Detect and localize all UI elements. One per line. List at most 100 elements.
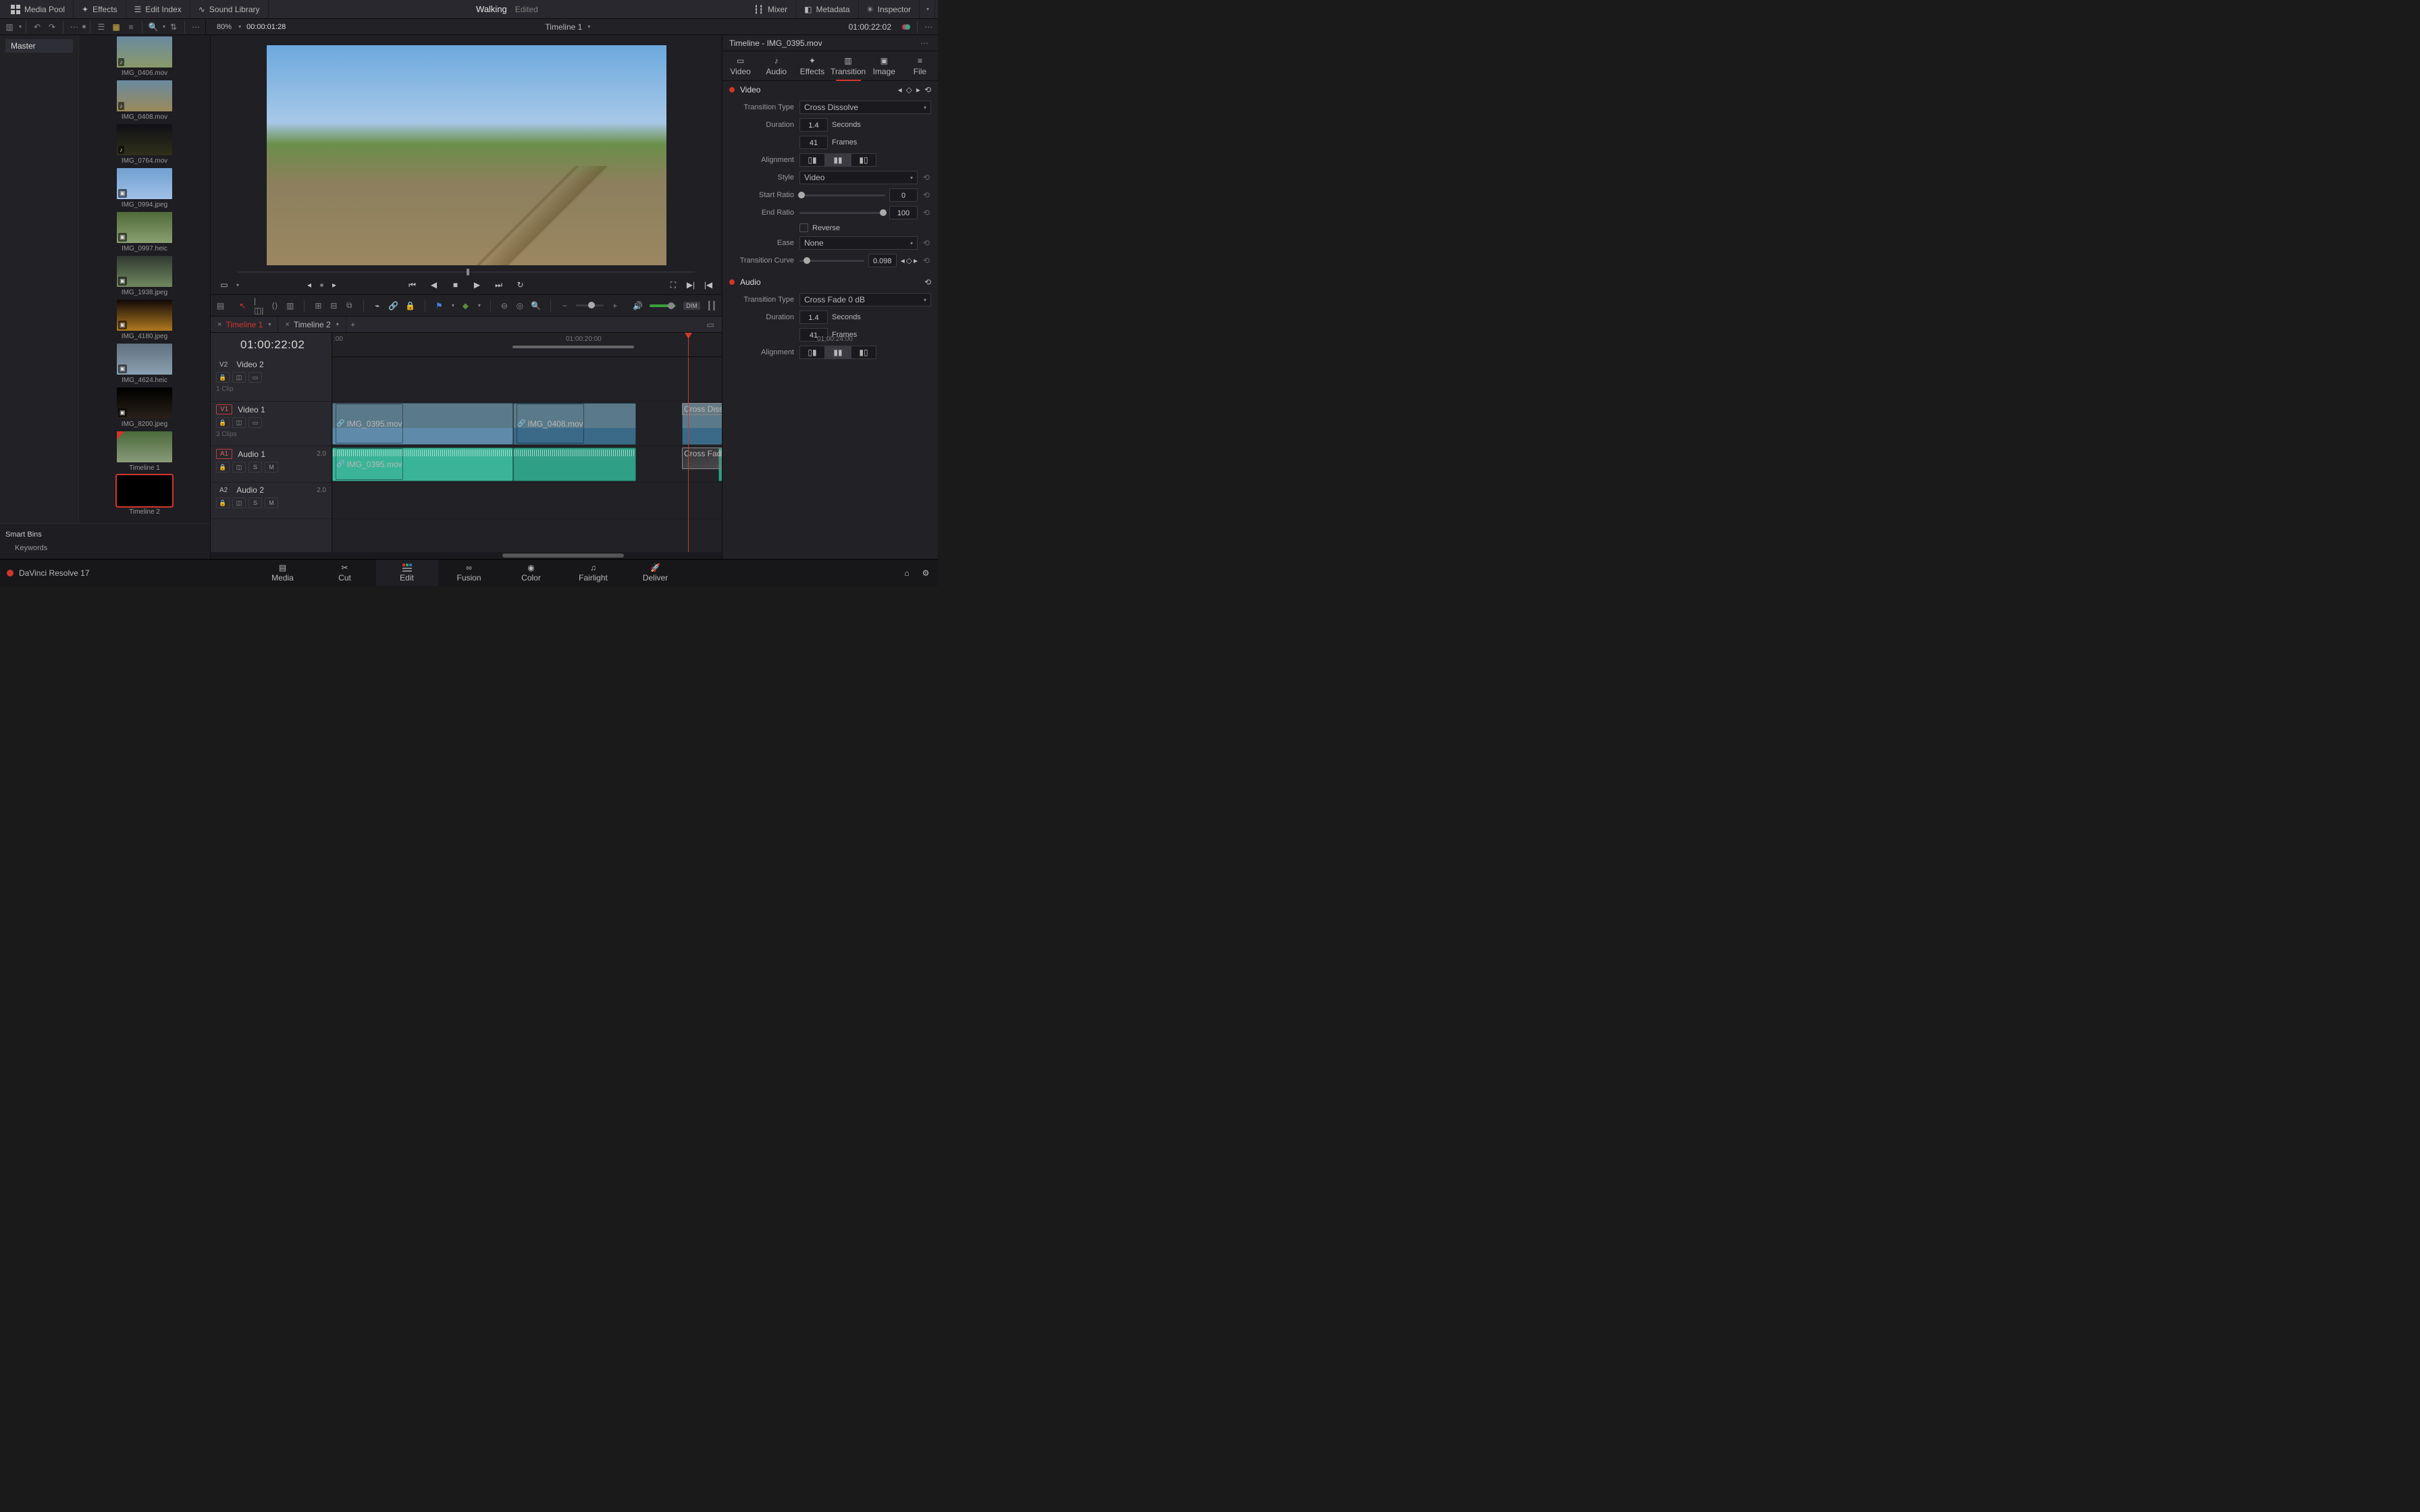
auto-select-icon[interactable]: ◫	[232, 462, 246, 473]
timeline-view-opts-icon[interactable]: ▤	[216, 299, 225, 313]
lane-v2[interactable]	[332, 357, 722, 402]
close-icon[interactable]: ×	[285, 321, 289, 329]
prev-keyframe-icon[interactable]: ◂	[901, 256, 905, 265]
goto-start-icon[interactable]: ⏮	[407, 279, 418, 290]
ellipsis-icon[interactable]: ⋯	[68, 21, 81, 33]
media-thumb[interactable]: ▣IMG_0994.jpeg	[117, 168, 172, 209]
zoom-slider-minus-icon[interactable]: ⊖	[500, 299, 508, 313]
lock-icon[interactable]: 🔒	[216, 497, 230, 508]
align-center-button[interactable]: ▮▮	[825, 346, 851, 359]
track-header-a2[interactable]: A2Audio 22.0 🔒 ◫ S M	[211, 483, 332, 519]
disable-track-icon[interactable]: ▭	[248, 372, 262, 383]
chevron-down-icon[interactable]: ▾	[268, 321, 271, 327]
page-color[interactable]: ◉Color	[500, 560, 562, 586]
curve-input[interactable]: 0.098	[868, 254, 897, 267]
chevron-down-icon[interactable]: ▾	[587, 24, 590, 30]
media-thumb[interactable]: ♪IMG_0406.mov	[117, 36, 172, 78]
smart-bin-keywords[interactable]: Keywords	[5, 541, 205, 555]
media-thumb[interactable]: ▣IMG_0997.heic	[117, 212, 172, 253]
project-settings-icon[interactable]: ⚙	[920, 568, 931, 578]
lock-icon[interactable]: 🔒	[216, 417, 230, 428]
auto-select-icon[interactable]: ◫	[232, 372, 246, 383]
solo-button[interactable]: S	[248, 462, 262, 473]
auto-select-icon[interactable]: ◫	[232, 417, 246, 428]
page-media[interactable]: ▤Media	[252, 560, 314, 586]
track-lanes[interactable]: 🔗IMG_0395.mov 🔗IMG_0408.mov 🔗IMG_0408.mo…	[332, 357, 722, 552]
selection-tool-icon[interactable]: ↖	[238, 299, 247, 313]
transition-type-dropdown[interactable]: Cross Dissolve▾	[799, 101, 931, 114]
align-center-button[interactable]: ▮▮	[825, 153, 851, 167]
flag-icon[interactable]: ⚑	[435, 299, 444, 313]
appbar-media-pool[interactable]: Media Pool	[3, 0, 74, 18]
clip-v1-0395[interactable]: 🔗IMG_0395.mov	[332, 403, 513, 445]
crop-icon[interactable]: ▭	[219, 279, 230, 290]
smart-bins-header[interactable]: Smart Bins	[5, 528, 205, 541]
lock-icon[interactable]: 🔒	[216, 372, 230, 383]
keyframe-icon[interactable]: ◇	[906, 85, 912, 94]
start-ratio-input[interactable]: 0	[889, 188, 918, 202]
timeline-tab-1[interactable]: × Timeline 1 ▾	[211, 317, 278, 332]
overwrite-clip-icon[interactable]: ⊟	[330, 299, 338, 313]
appbar-metadata[interactable]: ◧ Metadata	[796, 0, 858, 18]
viewer-scrub-bar[interactable]	[238, 269, 695, 275]
ellipsis-icon[interactable]: ⋯	[918, 37, 931, 49]
chevron-down-icon[interactable]: ▾	[163, 24, 165, 30]
media-thumb[interactable]: Timeline 2	[117, 475, 172, 516]
start-ratio-slider[interactable]	[799, 194, 885, 196]
replace-clip-icon[interactable]: ⧉	[345, 299, 354, 313]
align-start-button[interactable]: ▯▮	[799, 346, 825, 359]
panel-layout-icon[interactable]: ▥	[3, 21, 16, 33]
blade-tool-icon[interactable]: ▥	[286, 299, 294, 313]
media-thumb[interactable]: Timeline 1	[117, 431, 172, 473]
video-transition[interactable]: Cross Dissolve	[682, 403, 722, 415]
duration-frames-input[interactable]: 41	[799, 136, 828, 149]
reset-icon[interactable]: ⟲	[922, 190, 931, 200]
list-detail-icon[interactable]: ☰	[95, 21, 108, 33]
chevron-down-icon[interactable]: ▾	[236, 282, 239, 288]
reset-icon[interactable]: ⟲	[924, 277, 931, 287]
solo-button[interactable]: S	[248, 497, 262, 508]
duration-seconds-input[interactable]: 1.4	[799, 118, 828, 132]
chevron-down-icon[interactable]: ▾	[238, 24, 241, 30]
dim-button[interactable]: DIM	[683, 302, 700, 310]
track-header-v2[interactable]: V2Video 2 🔒 ◫ ▭ 1 Clip	[211, 357, 332, 402]
auto-select-icon[interactable]: ◫	[232, 497, 246, 508]
step-back-icon[interactable]: ◀	[429, 279, 440, 290]
page-cut[interactable]: ✂Cut	[314, 560, 376, 586]
align-end-button[interactable]: ▮▯	[851, 346, 876, 359]
step-forward-icon[interactable]: ▶|	[685, 279, 696, 290]
page-fusion[interactable]: ∞Fusion	[438, 560, 500, 586]
volume-knob[interactable]	[668, 302, 675, 309]
lock-icon[interactable]: 🔒	[405, 299, 415, 313]
speaker-icon[interactable]: 🔊	[633, 299, 643, 313]
zoom-in-icon[interactable]: +	[610, 299, 619, 313]
clip-a1-0395[interactable]: 🔗IMG_0395.mov	[332, 448, 513, 481]
audio-transition[interactable]: Cross Fade	[682, 448, 722, 469]
viewer-image[interactable]	[267, 45, 666, 265]
audio-transition-type-dropdown[interactable]: Cross Fade 0 dB▾	[799, 293, 931, 306]
appbar-inspector[interactable]: ✳ Inspector	[859, 0, 920, 18]
align-start-button[interactable]: ▯▮	[799, 153, 825, 167]
sort-icon[interactable]: ⇅	[167, 21, 180, 33]
mute-button[interactable]: M	[265, 497, 278, 508]
clip-thumbnails[interactable]: ♪IMG_0406.mov♪IMG_0408.mov♪IMG_0764.mov▣…	[79, 35, 210, 523]
section-header-audio[interactable]: Audio ⟲	[722, 273, 938, 291]
resolve-logo-icon[interactable]	[7, 570, 14, 576]
style-dropdown[interactable]: Video▾	[799, 171, 918, 184]
curve-slider[interactable]	[799, 260, 864, 262]
align-end-button[interactable]: ▮▯	[851, 153, 876, 167]
prev-keyframe-icon[interactable]: ◂	[898, 85, 902, 94]
page-edit[interactable]: Edit	[376, 560, 438, 586]
appbar-effects[interactable]: ✦ Effects	[74, 0, 126, 18]
match-frame-icon[interactable]: ⛶	[668, 279, 679, 290]
zoom-fit-icon[interactable]: ◎	[515, 299, 524, 313]
timeline-scrollbar[interactable]	[211, 552, 722, 559]
disable-track-icon[interactable]: ▭	[248, 417, 262, 428]
appbar-edit-index[interactable]: ☰ Edit Index	[126, 0, 190, 18]
timeline-tab-2[interactable]: × Timeline 2 ▾	[278, 317, 346, 332]
home-icon[interactable]: ⌂	[901, 568, 912, 578]
insert-clip-icon[interactable]: ⊞	[314, 299, 323, 313]
source-timecode[interactable]: 00:00:01:28	[242, 23, 290, 31]
scrub-handle[interactable]	[467, 269, 469, 275]
snap-icon[interactable]: ⌁	[373, 299, 382, 313]
